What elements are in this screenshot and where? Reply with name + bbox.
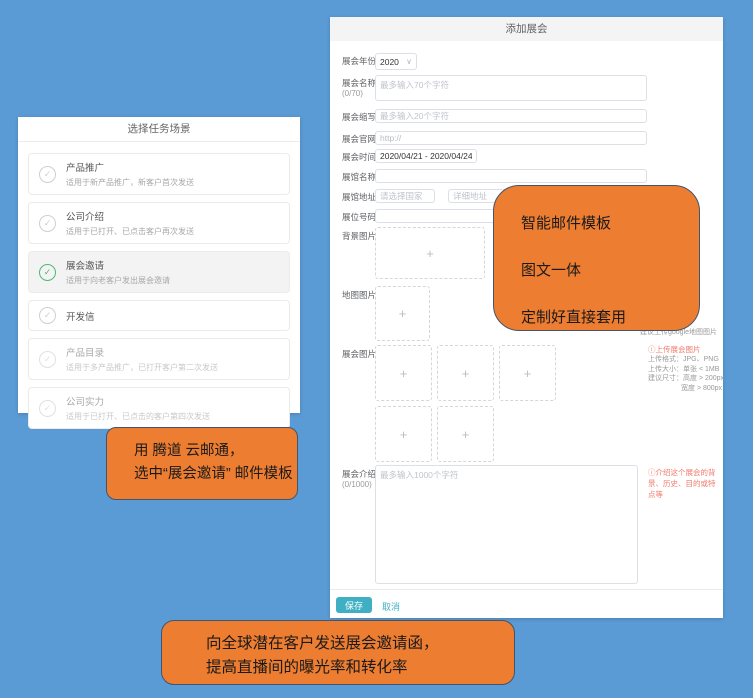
plus-icon: + <box>400 366 408 381</box>
expo-upload-5[interactable]: + <box>437 406 494 462</box>
check-circle-icon: ✓ <box>39 215 56 232</box>
scenario-subtitle: 适用于多产品推广，已打开客户第二次发送 <box>66 362 218 373</box>
scenario-card-company-strength[interactable]: ✓ 公司实力 适用于已打开、已点击的客户第四次发送 <box>28 387 290 429</box>
exhibition-name-textarea[interactable] <box>375 75 647 101</box>
chevron-down-icon: ∨ <box>406 58 412 66</box>
country-select-input[interactable] <box>375 189 435 203</box>
scenario-panel-title: 选择任务场景 <box>18 117 300 142</box>
scenario-title: 开发信 <box>66 309 95 323</box>
expo-upload-2[interactable]: + <box>437 345 494 401</box>
website-label: 展会官网 <box>342 133 376 145</box>
callout-smart-template: 智能邮件模板 图文一体 定制好直接套用 <box>493 185 700 331</box>
plus-icon: + <box>426 246 434 261</box>
name-counter: (0/70) <box>342 89 363 98</box>
footer-divider <box>330 589 723 590</box>
check-circle-icon: ✓ <box>39 351 56 368</box>
website-input[interactable] <box>405 132 646 144</box>
callout-select-template: 用 腾道 云邮通， 选中“展会邀请” 邮件模板 <box>106 427 298 500</box>
form-title: 添加展会 <box>330 17 723 41</box>
scenario-card-company-intro[interactable]: ✓ 公司介绍 适用于已打开、已点击客户再次发送 <box>28 202 290 244</box>
callout-send-invitation: 向全球潜在客户发送展会邀请函， 提高直播间的曝光率和转化率 <box>161 620 515 685</box>
expo-upload-1[interactable]: + <box>375 345 432 401</box>
expo-upload-3[interactable]: + <box>499 345 556 401</box>
website-field: http:// <box>375 131 647 145</box>
scenario-card-expo-invite[interactable]: ✓ 展会邀请 适用于向老客户发出展会邀请 <box>28 251 290 293</box>
callout-line: 选中“展会邀请” 邮件模板 <box>134 463 297 486</box>
callout-line: 智能邮件模板 <box>521 200 699 247</box>
time-range-input[interactable] <box>375 149 477 163</box>
scenario-list: ✓ 产品推广 适用于新产品推广，新客户首次发送 ✓ 公司介绍 适用于已打开、已点… <box>18 142 300 429</box>
save-button[interactable]: 保存 <box>336 597 372 613</box>
hall-name-input[interactable] <box>375 169 647 183</box>
scenario-subtitle: 适用于新产品推广，新客户首次发送 <box>66 177 194 188</box>
expo-upload-4[interactable]: + <box>375 406 432 462</box>
scenario-title: 产品目录 <box>66 345 218 359</box>
callout-line: 向全球潜在客户发送展会邀请函， <box>206 632 514 656</box>
plus-icon: + <box>524 366 532 381</box>
scenario-title: 公司介绍 <box>66 209 194 223</box>
intro-hint: ⓘ介绍这个展会的背景、历史、目的或特点等 <box>648 467 720 500</box>
callout-line: 用 腾道 云邮通， <box>134 440 297 463</box>
url-prefix: http:// <box>376 133 405 143</box>
cancel-link[interactable]: 取消 <box>382 600 400 613</box>
scenario-title: 产品推广 <box>66 160 194 174</box>
check-circle-icon: ✓ <box>39 307 56 324</box>
scenario-subtitle: 适用于已打开、已点击的客户第四次发送 <box>66 411 210 422</box>
scenario-panel: 选择任务场景 ✓ 产品推广 适用于新产品推广，新客户首次发送 ✓ 公司介绍 适用… <box>18 117 300 413</box>
map-image-label: 地图图片 <box>342 289 376 301</box>
expo-images-label: 展会图片 <box>342 348 376 360</box>
expo-upload-hints: ⓘ上传展会图片 上传格式：JPG、PNG 上传大小：单张 < 1MB 建议尺寸：… <box>648 345 724 393</box>
background-upload[interactable]: + <box>375 227 485 279</box>
callout-line: 提高直播间的曝光率和转化率 <box>206 656 514 680</box>
scenario-subtitle: 适用于已打开、已点击客户再次发送 <box>66 226 194 237</box>
plus-icon: + <box>399 306 407 321</box>
check-circle-icon: ✓ <box>39 166 56 183</box>
check-circle-icon-selected: ✓ <box>39 264 56 281</box>
map-upload[interactable]: + <box>375 286 430 341</box>
abbr-label: 展会缩写 <box>342 111 376 123</box>
check-circle-icon: ✓ <box>39 400 56 417</box>
intro-counter: (0/1000) <box>342 480 372 489</box>
scenario-card-product-promo[interactable]: ✓ 产品推广 适用于新产品推广，新客户首次发送 <box>28 153 290 195</box>
plus-icon: + <box>400 427 408 442</box>
scenario-subtitle: 适用于向老客户发出展会邀请 <box>66 275 170 286</box>
abbreviation-input[interactable] <box>375 109 647 123</box>
scenario-title: 公司实力 <box>66 394 210 408</box>
scenario-card-product-catalog[interactable]: ✓ 产品目录 适用于多产品推广，已打开客户第二次发送 <box>28 338 290 380</box>
bg-image-label: 背景图片 <box>342 230 376 242</box>
intro-textarea[interactable] <box>375 465 638 584</box>
callout-line: 图文一体 <box>521 247 699 294</box>
year-select[interactable]: 2020 ∨ <box>375 53 417 70</box>
scenario-card-dev-letter[interactable]: ✓ 开发信 <box>28 300 290 331</box>
scenario-title: 展会邀请 <box>66 258 170 272</box>
plus-icon: + <box>462 366 470 381</box>
hint-icon: ⓘ <box>648 345 656 354</box>
callout-line: 定制好直接套用 <box>521 294 699 341</box>
hint-icon: ⓘ <box>648 468 656 477</box>
plus-icon: + <box>462 427 470 442</box>
